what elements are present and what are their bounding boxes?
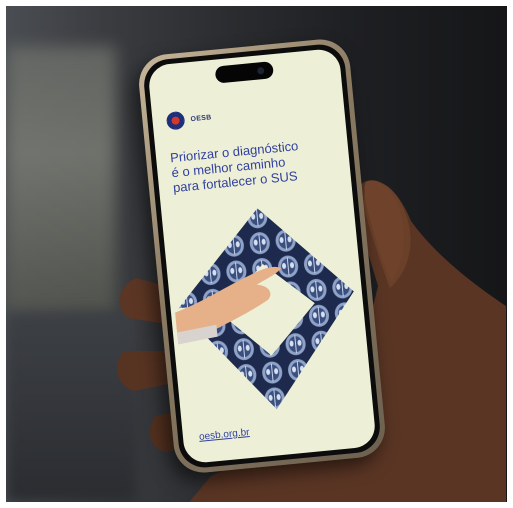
brand-header: OESB [165, 108, 213, 131]
front-camera-icon [256, 66, 265, 75]
background-blur-shape [6, 46, 116, 316]
phone-screen: OESB Priorizar o diagnóstico é o melhor … [147, 47, 377, 465]
oesb-logo-icon [165, 110, 186, 131]
website-link[interactable]: oesb.org.br [199, 427, 250, 443]
phone-bezel: OESB Priorizar o diagnóstico é o melhor … [141, 42, 383, 470]
dynamic-island [214, 61, 274, 84]
headline: Priorizar o diagnóstico é o melhor camin… [169, 134, 341, 195]
background-blur-shape-lower [6, 312, 136, 502]
brain-scan-artwork [174, 208, 354, 410]
brand-name: OESB [190, 113, 212, 123]
photo-background: OESB Priorizar o diagnóstico é o melhor … [6, 6, 507, 502]
smartphone: OESB Priorizar o diagnóstico é o melhor … [136, 36, 388, 476]
